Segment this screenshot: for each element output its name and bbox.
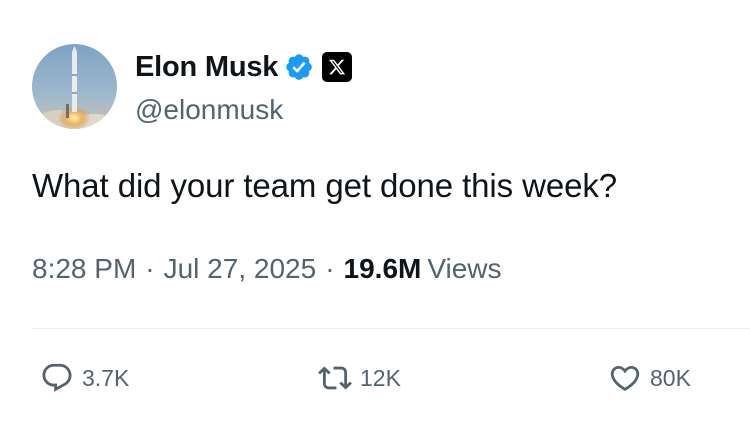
reply-button[interactable]: 3.7K <box>40 361 129 395</box>
tweet-card: Elon Musk @elonmusk What did your team g… <box>0 0 750 429</box>
verified-badge-icon[interactable] <box>284 52 314 82</box>
views-count[interactable]: 19.6M <box>344 253 422 285</box>
like-button[interactable]: 80K <box>608 361 691 395</box>
author-identity: Elon Musk @elonmusk <box>135 48 353 126</box>
repost-icon <box>318 366 352 390</box>
meta-separator: · <box>145 253 155 284</box>
like-count: 80K <box>650 364 691 391</box>
reply-icon <box>42 363 72 392</box>
avatar[interactable] <box>32 44 117 129</box>
tweet-text: What did your team get done this week? <box>32 167 618 204</box>
heart-icon <box>610 365 640 391</box>
tweet-date[interactable]: Jul 27, 2025 <box>164 253 317 285</box>
tweet-header: Elon Musk @elonmusk <box>32 44 353 129</box>
rocket-launch-avatar-icon <box>32 44 117 129</box>
meta-separator: · <box>325 253 335 284</box>
x-logo-icon[interactable] <box>322 52 353 82</box>
divider <box>32 328 750 329</box>
reply-count: 3.7K <box>82 364 130 391</box>
tweet-metadata: 8:28 PM · Jul 27, 2025 · 19.6M Views <box>32 253 502 285</box>
tweet-time[interactable]: 8:28 PM <box>32 253 136 285</box>
display-name[interactable]: Elon Musk <box>135 51 278 84</box>
repost-button[interactable]: 12K <box>318 361 401 395</box>
repost-count: 12K <box>360 364 401 391</box>
name-row: Elon Musk <box>135 48 353 86</box>
views-label: Views <box>427 253 502 284</box>
author-handle[interactable]: @elonmusk <box>135 94 352 126</box>
